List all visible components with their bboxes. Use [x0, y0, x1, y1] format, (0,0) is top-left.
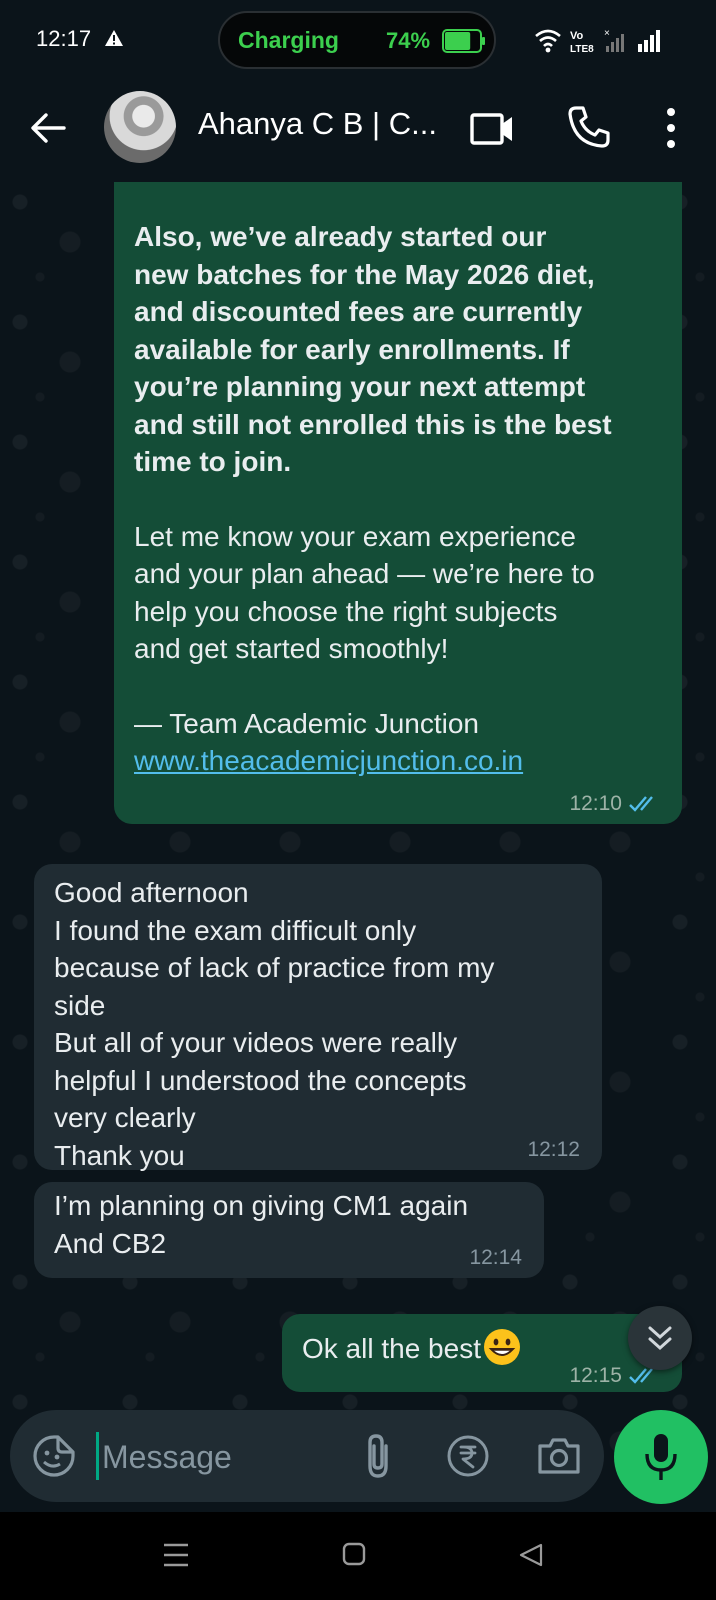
message-meta: 12:10 — [569, 792, 660, 816]
connectivity-icons: Vo LTE8 × — [535, 28, 660, 55]
back-arrow-icon[interactable] — [28, 108, 68, 148]
rupee-icon[interactable] — [446, 1434, 490, 1478]
sticker-icon[interactable] — [32, 1434, 76, 1478]
signal-strong-icon — [638, 30, 660, 52]
message-meta: 12:14 — [469, 1246, 522, 1270]
battery-icon — [442, 29, 485, 53]
message-bubble-outgoing[interactable]: Also, we’ve already started our new batc… — [114, 182, 682, 824]
message-text: Ok all the best — [302, 1333, 481, 1364]
contact-name[interactable]: Ahanya C B | C... — [198, 106, 437, 142]
mic-icon — [645, 1434, 677, 1480]
message-bold-text: Also, we’ve already started our new batc… — [134, 221, 612, 477]
message-text: I’m planning on giving CM1 again And CB2 — [54, 1190, 469, 1259]
message-input[interactable] — [100, 1432, 334, 1482]
wifi-icon — [535, 29, 561, 53]
signal-weak-icon: × — [604, 28, 624, 52]
message-meta: 12:12 — [527, 1138, 580, 1162]
attach-icon[interactable] — [358, 1432, 398, 1480]
system-nav-bar — [0, 1512, 716, 1600]
volte-label: Vo — [570, 30, 584, 42]
message-composer — [10, 1410, 604, 1502]
home-icon[interactable] — [342, 1542, 366, 1566]
status-time: 12:17 — [36, 26, 92, 51]
lte-label: LTE8 — [570, 44, 594, 55]
message-bubble-incoming[interactable]: I’m planning on giving CM1 again And CB2… — [34, 1182, 544, 1278]
camera-icon[interactable] — [536, 1434, 582, 1478]
chat-header: Ahanya C B | C... — [0, 82, 716, 182]
double-chevron-down-icon — [648, 1326, 672, 1351]
charging-indicator: Charging 74% — [218, 11, 496, 69]
message-bubble-incoming[interactable]: Good afternoon I found the exam difficul… — [34, 864, 602, 1171]
grinning-face-emoji-icon — [483, 1328, 520, 1365]
nav-back-icon[interactable] — [518, 1542, 544, 1568]
message-link[interactable]: www.theacademicjunction.co.in — [134, 742, 662, 780]
message-time: 12:10 — [569, 792, 622, 815]
recent-apps-icon[interactable] — [162, 1542, 190, 1568]
mic-button[interactable] — [614, 1410, 708, 1504]
read-receipt-icon — [629, 796, 653, 812]
message-text: Let me know your exam experience and you… — [134, 520, 595, 665]
more-vertical-icon[interactable] — [660, 106, 682, 150]
message-signature: — Team Academic Junction — [134, 707, 479, 739]
video-call-icon[interactable] — [470, 106, 516, 152]
phone-icon[interactable] — [566, 104, 612, 150]
status-bar: 12:17 Charging 74% Vo LTE8 × — [0, 0, 716, 82]
message-bubble-outgoing[interactable]: Ok all the best 12:15 — [282, 1314, 682, 1392]
chat-area[interactable]: Also, we’ve already started our new batc… — [0, 182, 716, 1512]
message-time: 12:14 — [469, 1246, 522, 1269]
message-time: 12:15 — [569, 1364, 622, 1387]
warning-icon — [105, 30, 123, 46]
svg-text:×: × — [604, 28, 610, 39]
contact-avatar[interactable] — [104, 91, 176, 163]
scroll-to-bottom-button[interactable] — [628, 1306, 692, 1370]
message-time: 12:12 — [527, 1138, 580, 1161]
battery-percent: 74% — [386, 28, 431, 53]
message-text: Good afternoon I found the exam difficul… — [54, 877, 495, 1171]
text-cursor — [96, 1432, 99, 1480]
charging-label: Charging — [238, 27, 339, 53]
